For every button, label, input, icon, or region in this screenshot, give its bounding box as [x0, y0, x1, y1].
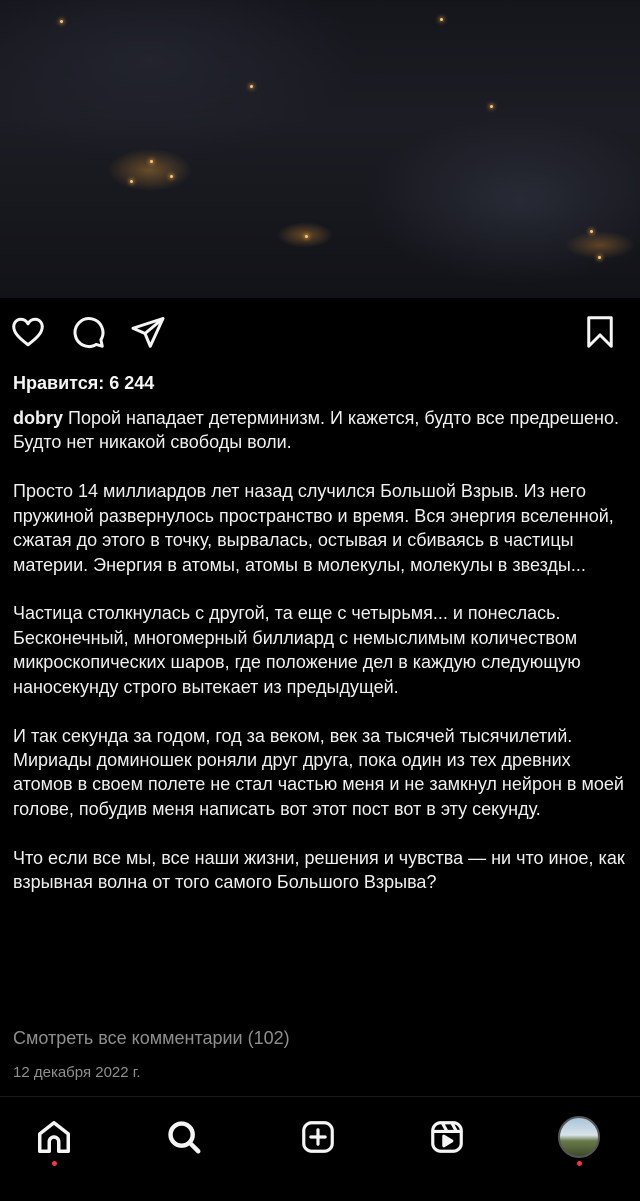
city-light — [60, 20, 63, 23]
search-icon[interactable] — [160, 1113, 208, 1161]
view-all-comments-link[interactable]: Смотреть все комментарии (102) — [13, 1028, 290, 1049]
post-caption: dobry Порой нападает детерминизм. И кажет… — [13, 406, 625, 919]
create-icon[interactable] — [294, 1113, 342, 1161]
caption-paragraph: И так секунда за годом, год за веком, ве… — [13, 725, 624, 819]
comment-icon[interactable] — [68, 312, 108, 352]
username-link[interactable]: dobry — [13, 408, 63, 428]
heart-icon[interactable] — [8, 312, 48, 352]
like-count[interactable]: Нравится: 6 244 — [13, 373, 154, 394]
city-light — [150, 160, 153, 163]
profile-tab[interactable] — [555, 1113, 603, 1161]
caption-paragraph: Просто 14 миллиардов лет назад случился … — [13, 481, 614, 575]
caption-paragraph: Частица столкнулась с другой, та еще с ч… — [13, 603, 581, 697]
city-light — [250, 85, 253, 88]
caption-paragraph: dobry Порой нападает детерминизм. И кажет… — [13, 406, 625, 455]
city-light — [170, 175, 173, 178]
notification-dot — [52, 1161, 57, 1166]
send-icon[interactable] — [128, 312, 168, 352]
city-light — [440, 18, 443, 21]
post-actions — [0, 312, 640, 358]
caption-paragraph: Что если все мы, все наши жизни, решения… — [13, 847, 625, 893]
avatar[interactable] — [558, 1116, 600, 1158]
city-light — [490, 105, 493, 108]
home-icon[interactable] — [30, 1113, 78, 1161]
post-date: 12 декабря 2022 г. — [13, 1064, 141, 1081]
city-light — [590, 230, 593, 233]
city-light — [305, 235, 308, 238]
caption-text: Порой нападает детерминизм. И кажется, б… — [13, 408, 619, 453]
city-light — [598, 256, 601, 259]
bookmark-icon[interactable] — [580, 312, 620, 352]
city-light — [130, 180, 133, 183]
post-photo[interactable] — [0, 0, 640, 298]
reels-icon[interactable] — [423, 1113, 471, 1161]
notification-dot — [577, 1161, 582, 1166]
bottom-tab-bar — [0, 1096, 640, 1201]
